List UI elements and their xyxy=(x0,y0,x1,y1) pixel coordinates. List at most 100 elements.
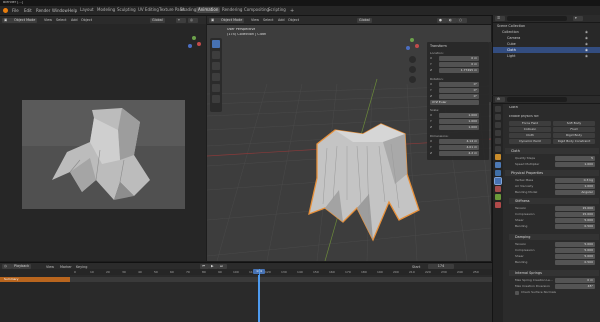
scale-z-field[interactable]: 1.000 xyxy=(439,125,479,130)
rotate-tool-icon[interactable] xyxy=(212,73,220,81)
location-z-field[interactable]: 1.77495 m xyxy=(439,68,479,73)
physical-properties-section-header[interactable]: Physical Properties xyxy=(505,170,599,176)
workspace-tab-modeling[interactable]: Modeling xyxy=(95,7,117,13)
stiffness-tension-field[interactable]: 15.000 xyxy=(555,206,595,211)
orientation-dropdown[interactable]: Global xyxy=(357,17,372,23)
scale-tool-icon[interactable] xyxy=(212,84,220,92)
select-menu[interactable]: Select xyxy=(56,18,66,22)
modifier-tab-icon[interactable] xyxy=(495,162,501,168)
cloth-section-header[interactable]: Cloth xyxy=(505,148,599,154)
vertex-mass-field[interactable]: 0.3 kg xyxy=(555,178,595,183)
gizmo-y-axis-icon[interactable] xyxy=(410,38,414,42)
keying-menu[interactable]: Keying xyxy=(76,265,87,269)
dimensions-z-field[interactable]: 4.2 m xyxy=(439,151,479,156)
object-menu[interactable]: Object xyxy=(81,18,92,22)
properties-editor-type-icon[interactable]: ⚙ xyxy=(495,97,505,102)
blender-logo-icon[interactable] xyxy=(3,8,8,13)
gizmo-x-axis-icon[interactable] xyxy=(415,44,419,48)
cursor-tool-icon[interactable] xyxy=(212,51,220,59)
timeline-marker-menu[interactable]: Marker xyxy=(60,265,72,269)
dynamic-paint-button[interactable]: Dynamic Paint xyxy=(509,139,551,144)
add-workspace-icon[interactable]: + xyxy=(290,8,294,14)
outliner-filter-icon[interactable]: ▾ xyxy=(573,16,583,21)
view-menu[interactable]: View xyxy=(44,18,52,22)
add-menu[interactable]: Add xyxy=(278,18,285,22)
view-layer-tab-icon[interactable] xyxy=(495,130,501,136)
outliner-row-light[interactable]: Light ◉ xyxy=(493,53,600,59)
constraints-tab-icon[interactable] xyxy=(495,186,501,192)
camera-view-icon[interactable] xyxy=(409,76,416,83)
render-tab-icon[interactable] xyxy=(495,114,501,120)
damping-tension-field[interactable]: 5.000 xyxy=(555,242,595,247)
camera-viewport[interactable]: ▣ Object Mode View Select Add Object Glo… xyxy=(0,16,206,261)
workspace-tab-layout[interactable]: Layout xyxy=(78,7,96,13)
viewport-shading-rendered-icon[interactable]: ○ xyxy=(457,17,467,23)
scale-y-field[interactable]: 1.000 xyxy=(439,119,479,124)
menu-file[interactable]: File xyxy=(12,8,19,13)
workspace-tab-sculpting[interactable]: Sculpting xyxy=(115,7,138,13)
speed-multiplier-field[interactable]: 1.000 xyxy=(555,162,595,167)
material-tab-icon[interactable] xyxy=(495,202,501,208)
snap-icon[interactable]: ⌖ xyxy=(176,17,186,23)
stiffness-bending-field[interactable]: 0.500 xyxy=(555,224,595,229)
internal-springs-section-header[interactable]: Internal Springs xyxy=(509,270,599,276)
viewport-shading-solid-icon[interactable]: ● xyxy=(437,17,447,23)
tool-tab-icon[interactable] xyxy=(495,106,501,112)
cloth-object[interactable] xyxy=(303,104,423,244)
force-field-button[interactable]: Force Field xyxy=(509,121,551,126)
gizmo-y-axis-icon[interactable] xyxy=(192,36,196,40)
view-menu[interactable]: View xyxy=(251,18,259,22)
mode-dropdown[interactable]: Object Mode xyxy=(219,17,245,23)
fluid-button[interactable]: Fluid xyxy=(553,127,595,132)
outliner-search-input[interactable] xyxy=(507,16,567,21)
workspace-tab-animation[interactable]: Animation xyxy=(196,7,221,13)
dimensions-y-field[interactable]: 4.01 m xyxy=(439,145,479,150)
workspace-tab-scripting[interactable]: Scripting xyxy=(266,7,288,13)
data-tab-icon[interactable] xyxy=(495,194,501,200)
gizmo-z-axis-icon[interactable] xyxy=(188,44,192,48)
pan-view-icon[interactable] xyxy=(409,66,416,73)
scale-x-field[interactable]: 1.000 xyxy=(439,113,479,118)
damping-section-header[interactable]: Damping xyxy=(509,234,599,240)
stiffness-section-header[interactable]: Stiffness xyxy=(509,198,599,204)
gizmo-z-axis-icon[interactable] xyxy=(406,46,410,50)
object-menu[interactable]: Object xyxy=(288,18,299,22)
timeline-view-menu[interactable]: View xyxy=(46,265,54,269)
stiffness-shear-field[interactable]: 5.000 xyxy=(555,218,595,223)
navigation-gizmo[interactable] xyxy=(405,38,419,52)
rotation-mode-dropdown[interactable]: XYZ Euler xyxy=(430,100,479,105)
dimensions-x-field[interactable]: 4.14 m xyxy=(439,139,479,144)
rigid-body-button[interactable]: Rigid Body xyxy=(553,133,595,138)
object-tab-icon[interactable] xyxy=(495,154,501,160)
gizmo-x-axis-icon[interactable] xyxy=(197,42,201,46)
select-tool-icon[interactable] xyxy=(212,40,220,48)
move-tool-icon[interactable] xyxy=(212,62,220,70)
menu-window[interactable]: Window xyxy=(52,8,68,13)
rotation-y-field[interactable]: 0° xyxy=(439,88,479,93)
timeline-body[interactable]: Summary xyxy=(0,275,492,322)
soft-body-button[interactable]: Soft Body xyxy=(553,121,595,126)
summary-channel[interactable]: Summary xyxy=(0,277,70,282)
zoom-view-icon[interactable] xyxy=(409,56,416,63)
output-tab-icon[interactable] xyxy=(495,122,501,128)
max-creation-diversion-field[interactable]: 45° xyxy=(555,284,595,289)
particles-tab-icon[interactable] xyxy=(495,170,501,176)
add-menu[interactable]: Add xyxy=(71,18,78,22)
scene-tab-icon[interactable] xyxy=(495,138,501,144)
damping-shear-field[interactable]: 5.000 xyxy=(555,254,595,259)
location-x-field[interactable]: 0 m xyxy=(439,56,479,61)
menu-render[interactable]: Render xyxy=(36,8,50,13)
rotation-x-field[interactable]: 0° xyxy=(439,82,479,87)
collision-button[interactable]: Collision xyxy=(509,127,551,132)
mode-dropdown[interactable]: Object Mode xyxy=(12,17,38,23)
bending-model-dropdown[interactable]: Angular xyxy=(555,190,595,195)
max-spring-creation-field[interactable]: 0 m xyxy=(555,278,595,283)
proportional-edit-icon[interactable]: ◎ xyxy=(188,17,198,23)
stiffness-compression-field[interactable]: 15.000 xyxy=(555,212,595,217)
menu-edit[interactable]: Edit xyxy=(24,8,32,13)
location-y-field[interactable]: 0 m xyxy=(439,62,479,67)
quality-steps-field[interactable]: 5 xyxy=(555,156,595,161)
properties-search-input[interactable] xyxy=(507,97,567,102)
annotate-tool-icon[interactable] xyxy=(212,95,220,103)
workspace-tab-rendering[interactable]: Rendering xyxy=(220,7,244,13)
